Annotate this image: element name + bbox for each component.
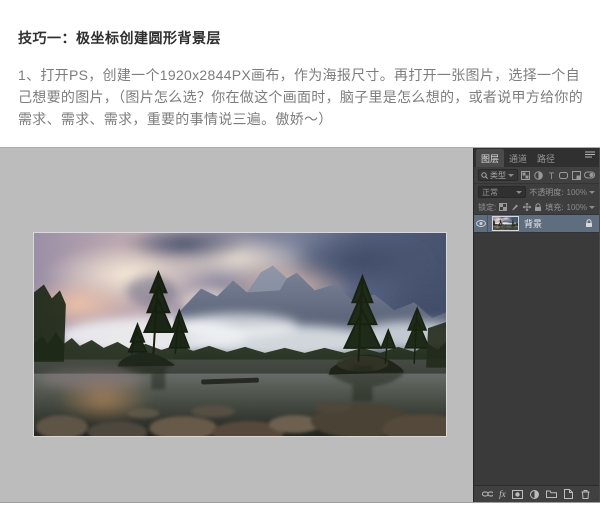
filter-adjustment-icon[interactable] xyxy=(534,169,544,181)
eye-icon xyxy=(475,220,486,227)
new-group-icon[interactable] xyxy=(545,488,557,500)
layer-visibility-toggle[interactable] xyxy=(474,215,488,232)
filter-kind-label: 类型 xyxy=(490,170,506,180)
filter-smart-object-icon[interactable] xyxy=(571,169,581,181)
page: 技巧一：极坐标创建圆形背景层 1、打开PS，创建一个1920x2844PX画布，… xyxy=(0,0,600,532)
layer-thumbnail[interactable] xyxy=(492,216,519,231)
fill-label: 填充: xyxy=(545,202,564,212)
fill-value[interactable]: 100% xyxy=(567,203,595,212)
lock-icon xyxy=(586,219,592,227)
adjustment-layer-icon[interactable] xyxy=(529,488,540,500)
layer-list: 背景 xyxy=(474,215,599,485)
opacity-value[interactable]: 100% xyxy=(567,188,595,197)
panel-bottom-bar: fx xyxy=(474,485,599,502)
filter-pixel-icon[interactable] xyxy=(521,169,531,181)
lock-row: 锁定: 填充: 100% xyxy=(474,200,599,215)
tab-paths[interactable]: 路径 xyxy=(532,149,560,167)
panel-menu-icon[interactable] xyxy=(585,145,595,163)
svg-text:T: T xyxy=(548,171,554,180)
layer-name: 背景 xyxy=(524,219,543,229)
link-layers-icon[interactable] xyxy=(482,488,494,500)
photoshop-screenshot: 图层 通道 路径 类型 T 正常 不透明度: 100% 锁定: 填充: 100%… xyxy=(0,147,600,503)
article-title: 技巧一：极坐标创建圆形背景层 xyxy=(18,30,221,46)
chevron-down-icon xyxy=(589,190,595,194)
filter-shape-icon[interactable] xyxy=(559,169,569,181)
lock-label: 锁定: xyxy=(478,202,497,212)
delete-layer-icon[interactable] xyxy=(580,488,591,500)
ps-document-image[interactable] xyxy=(33,232,447,437)
layers-panel: 图层 通道 路径 类型 T 正常 不透明度: 100% 锁定: 填充: 100%… xyxy=(473,148,600,502)
chevron-down-icon xyxy=(589,205,595,209)
blend-mode-value: 正常 xyxy=(482,187,498,197)
panel-tabbar: 图层 通道 路径 xyxy=(474,148,599,167)
opacity-label: 不透明度: xyxy=(529,187,564,197)
lock-paint-icon[interactable] xyxy=(511,201,520,213)
ps-canvas-area[interactable] xyxy=(0,148,473,502)
filter-type-icon[interactable]: T xyxy=(546,169,556,181)
tab-channels[interactable]: 通道 xyxy=(504,149,532,167)
layer-row-background[interactable]: 背景 xyxy=(474,215,599,233)
chevron-down-icon xyxy=(516,190,523,194)
landscape-photo xyxy=(34,233,446,436)
lock-position-icon[interactable] xyxy=(522,201,531,213)
filter-kind-select[interactable]: 类型 xyxy=(478,169,519,181)
lock-transparency-icon[interactable] xyxy=(499,201,508,213)
search-icon xyxy=(481,171,488,179)
blend-row: 正常 不透明度: 100% xyxy=(474,184,599,200)
article-paragraph: 1、打开PS，创建一个1920x2844PX画布，作为海报尺寸。再打开一张图片，… xyxy=(18,67,583,127)
blend-mode-select[interactable]: 正常 xyxy=(478,186,527,198)
add-mask-icon[interactable] xyxy=(511,488,523,500)
new-layer-icon[interactable] xyxy=(563,488,574,500)
lock-all-icon[interactable] xyxy=(534,201,543,213)
chevron-down-icon xyxy=(508,173,514,177)
layer-filter-row: 类型 T xyxy=(474,167,599,184)
layer-style-icon[interactable]: fx xyxy=(499,489,506,499)
tab-layers[interactable]: 图层 xyxy=(476,149,505,167)
filter-toggle-icon[interactable] xyxy=(584,169,595,181)
